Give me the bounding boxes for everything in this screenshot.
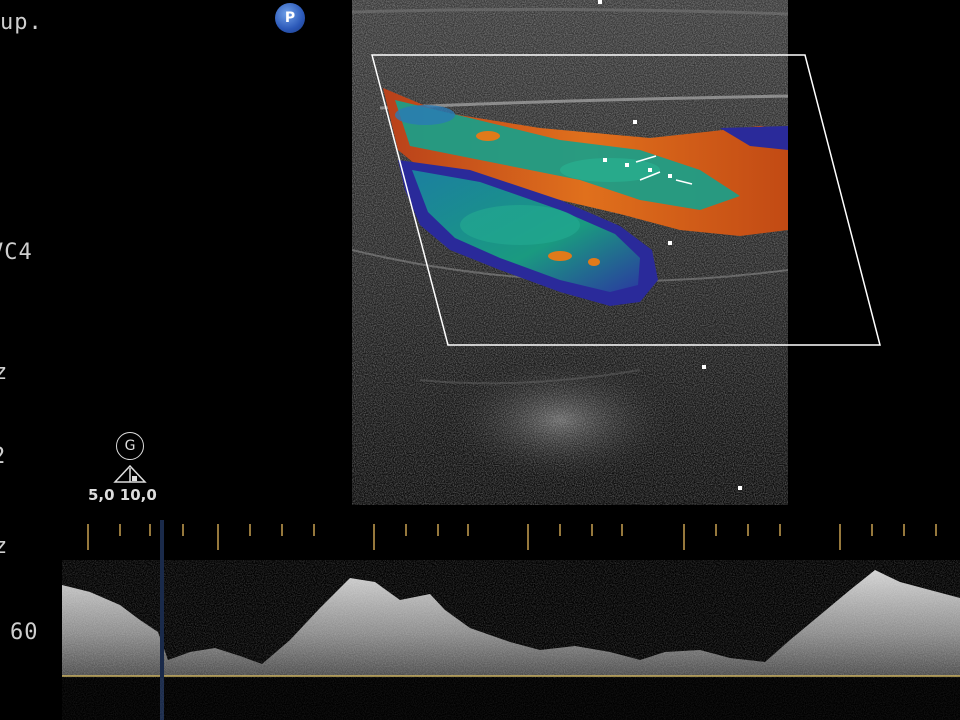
b-mode-tissue bbox=[352, 0, 788, 505]
depth-markers bbox=[598, 0, 742, 490]
label-2: 2 bbox=[0, 444, 6, 469]
doppler-gate bbox=[635, 155, 693, 185]
gain-indicator: G 5,0 10,0 bbox=[88, 432, 178, 512]
probe-badge-icon[interactable]: P bbox=[275, 3, 305, 33]
label-preset: VC4 bbox=[0, 240, 33, 265]
time-ticks bbox=[87, 524, 937, 550]
flow-red-vessel bbox=[383, 88, 788, 236]
gain-triangle-icon bbox=[113, 464, 147, 483]
doppler-scale-value: 60 bbox=[10, 620, 39, 645]
spectral-envelope bbox=[62, 570, 960, 676]
label-top-left: up. bbox=[0, 10, 43, 35]
label-z-2: z bbox=[0, 534, 9, 559]
ultrasound-image bbox=[62, 0, 960, 720]
doppler-spectrum bbox=[62, 520, 960, 720]
gain-scale: 5,0 10,0 bbox=[88, 486, 157, 504]
color-box bbox=[371, 54, 881, 346]
flow-blue-vessel bbox=[398, 160, 658, 306]
label-z-1: z bbox=[0, 360, 9, 385]
